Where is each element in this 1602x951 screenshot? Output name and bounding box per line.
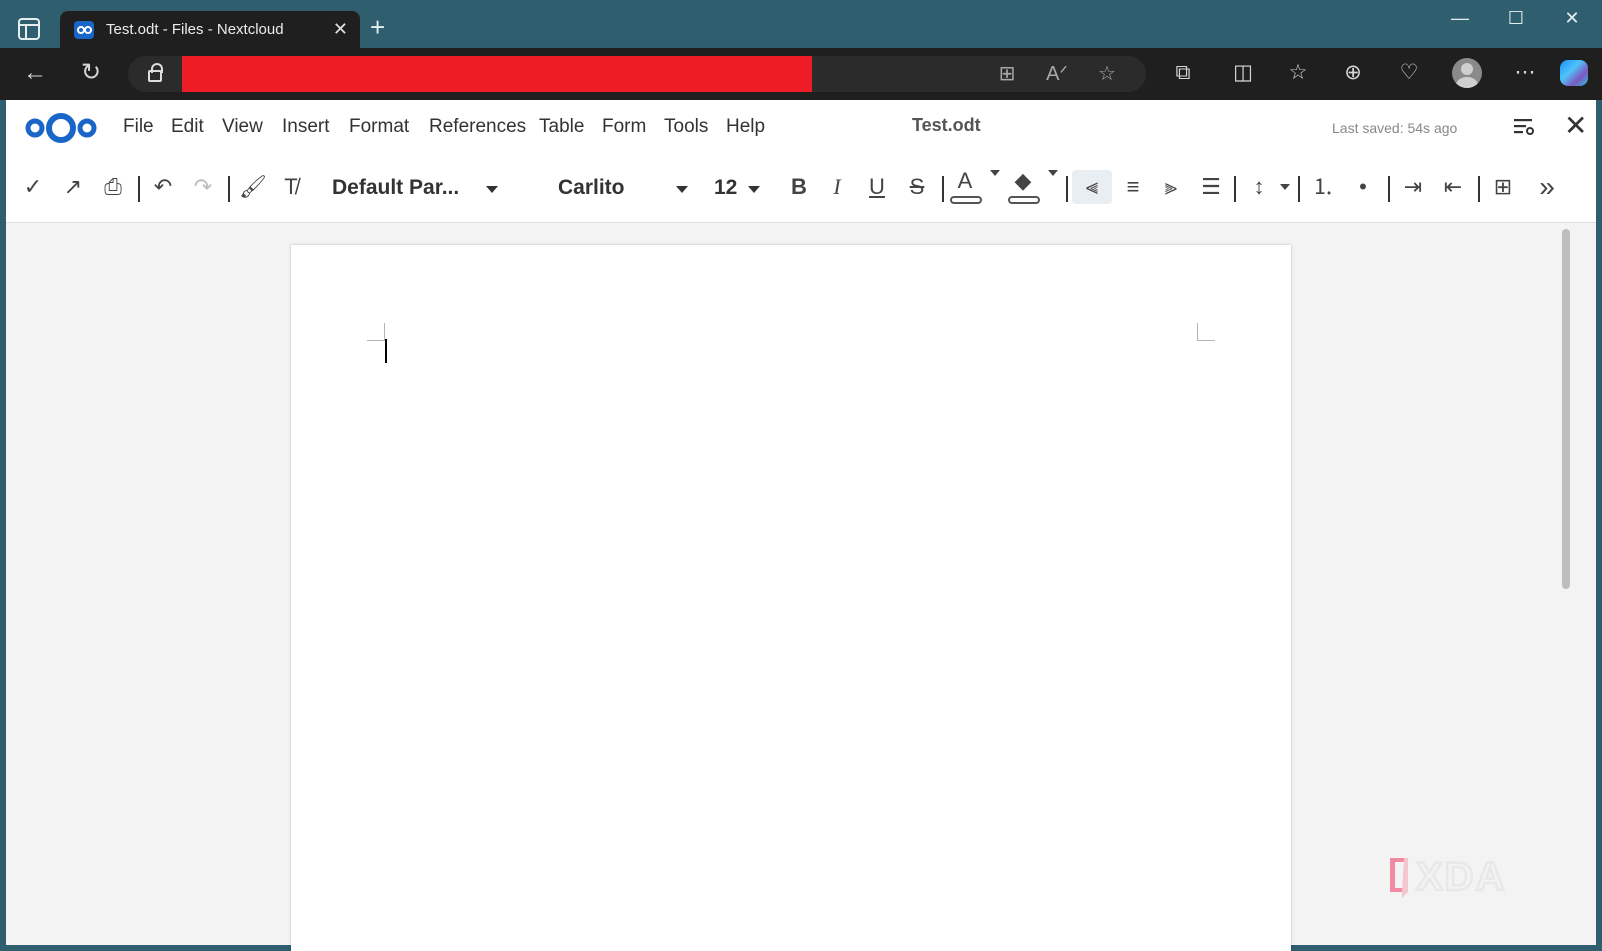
font-color-icon[interactable]: A [948, 164, 982, 198]
toolbar-separator [1388, 176, 1390, 202]
nextcloud-office-app: File Edit View Insert Format References … [6, 100, 1596, 951]
save-icon[interactable]: ✓ [16, 170, 50, 204]
lock-icon[interactable] [148, 63, 163, 82]
app-available-icon[interactable]: ⊞ [992, 61, 1022, 86]
highlight-color-swatch [1008, 196, 1040, 204]
menu-tools[interactable]: Tools [664, 116, 708, 138]
highlight-color-icon[interactable]: ◆ [1006, 164, 1040, 198]
address-bar[interactable]: ⊞ Aᐟ ☆ [128, 56, 1146, 92]
paragraph-style-select[interactable]: Default Par... [322, 170, 508, 206]
copilot-icon[interactable] [1560, 60, 1588, 86]
align-left-icon[interactable]: ⫷ [1072, 170, 1112, 204]
xda-watermark-icon: XDA [1390, 854, 1506, 898]
menu-edit[interactable]: Edit [171, 116, 204, 138]
highlight-dropdown-icon[interactable] [1048, 170, 1058, 176]
menu-insert[interactable]: Insert [282, 116, 330, 138]
chevron-down-icon [748, 186, 760, 193]
margin-corner-top-right [1197, 323, 1215, 341]
underline-icon[interactable]: U [860, 170, 894, 204]
close-editor-button[interactable]: ✕ [1564, 112, 1587, 140]
undo-icon[interactable]: ↶ [146, 170, 180, 204]
toolbar-separator [138, 176, 140, 202]
tab-actions-icon[interactable] [18, 18, 40, 40]
menu-file[interactable]: File [123, 116, 154, 138]
font-name-select[interactable]: Carlito [548, 170, 698, 206]
align-right-icon[interactable]: ⫸ [1154, 170, 1188, 204]
more-tools-icon[interactable]: » [1530, 170, 1564, 204]
menu-references[interactable]: References [429, 116, 526, 138]
font-name-value: Carlito [558, 176, 625, 199]
toolbar-separator [1298, 176, 1300, 202]
chevron-down-icon [676, 186, 688, 193]
toolbar-separator [1234, 176, 1236, 202]
menu-format[interactable]: Format [349, 116, 409, 138]
document-page[interactable] [291, 245, 1291, 951]
strikethrough-icon[interactable]: S [900, 170, 934, 204]
maximize-icon[interactable]: ☐ [1496, 8, 1536, 29]
justify-icon[interactable]: ☰ [1194, 170, 1228, 204]
browser-titlebar: Test.odt - Files - Nextcloud ✕ + — ☐ ✕ [0, 0, 1602, 49]
clear-formatting-icon[interactable]: T̸ [274, 170, 308, 204]
increase-indent-icon[interactable]: ⇥ [1396, 170, 1430, 204]
tab-close-icon[interactable]: ✕ [333, 19, 348, 40]
more-options-icon[interactable]: ⋯ [1508, 58, 1542, 88]
tab-title: Test.odt - Files - Nextcloud [106, 21, 284, 38]
favorites-icon[interactable]: ☆ [1281, 58, 1315, 88]
window-close-icon[interactable]: ✕ [1552, 8, 1592, 29]
reload-icon[interactable]: ↻ [74, 58, 108, 88]
redo-icon[interactable]: ↷ [186, 170, 220, 204]
line-spacing-dropdown-icon[interactable] [1280, 184, 1290, 190]
document-canvas[interactable] [6, 222, 1596, 951]
decrease-indent-icon[interactable]: ⇤ [1436, 170, 1470, 204]
toolbar-separator [228, 176, 230, 202]
toolbar-separator [1066, 176, 1068, 202]
print-icon[interactable]: ⎙ [96, 170, 130, 204]
split-screen-icon[interactable]: ◫ [1226, 58, 1260, 88]
toolbar-separator [942, 176, 944, 202]
last-saved-status: Last saved: 54s ago [1332, 120, 1458, 136]
line-spacing-icon[interactable]: ↕ [1242, 170, 1276, 204]
minimize-icon[interactable]: — [1440, 8, 1480, 29]
menu-table[interactable]: Table [539, 116, 584, 138]
text-cursor [385, 339, 387, 363]
new-tab-button[interactable]: + [370, 14, 385, 40]
extensions-icon[interactable]: ⧉ [1166, 58, 1200, 88]
menu-form[interactable]: Form [602, 116, 646, 138]
menu-view[interactable]: View [222, 116, 263, 138]
export-icon[interactable]: ↗ [56, 170, 90, 204]
browser-essentials-icon[interactable]: ♡ [1392, 58, 1426, 88]
font-size-select[interactable]: 12 [704, 170, 770, 206]
margin-corner-top-left [367, 323, 385, 341]
numbered-list-icon[interactable]: ⒈ [1306, 170, 1340, 204]
back-icon[interactable]: ← [18, 58, 52, 88]
menu-help[interactable]: Help [726, 116, 765, 138]
formatting-toolbar: ✓ ↗ ⎙ ↶ ↷ 🖌 T̸ Default Par... Carlito 12… [6, 156, 1596, 222]
italic-icon[interactable]: I [820, 170, 854, 204]
vertical-scrollbar[interactable] [1562, 229, 1570, 589]
nextcloud-favicon-icon [74, 21, 94, 39]
insert-table-icon[interactable]: ⊞ [1486, 170, 1520, 204]
font-color-dropdown-icon[interactable] [990, 170, 1000, 176]
font-color-swatch [950, 196, 982, 204]
document-title[interactable]: Test.odt [912, 115, 981, 136]
sidebar-toggle-icon[interactable] [1512, 116, 1536, 138]
svg-text:XDA: XDA [1416, 855, 1506, 898]
paragraph-style-value: Default Par... [332, 176, 460, 199]
profile-avatar[interactable] [1452, 58, 1482, 88]
read-aloud-icon[interactable]: Aᐟ [1042, 61, 1072, 86]
chevron-down-icon [486, 186, 498, 193]
align-center-icon[interactable]: ≡ [1116, 170, 1150, 204]
font-size-value: 12 [714, 176, 738, 199]
toolbar-separator [1478, 176, 1480, 202]
bullet-list-icon[interactable]: • [1346, 170, 1380, 204]
bold-icon[interactable]: B [782, 170, 816, 204]
favorite-star-icon[interactable]: ☆ [1092, 61, 1122, 86]
collections-icon[interactable]: ⊕ [1336, 58, 1370, 88]
app-header: File Edit View Insert Format References … [6, 100, 1596, 156]
browser-tab-active[interactable]: Test.odt - Files - Nextcloud ✕ [60, 11, 360, 49]
nextcloud-logo-icon[interactable] [22, 110, 100, 146]
url-redaction [182, 56, 812, 92]
clone-formatting-icon[interactable]: 🖌 [236, 170, 270, 204]
browser-toolbar: ← ↻ ⊞ Aᐟ ☆ ⧉ ◫ ☆ ⊕ ♡ ⋯ [0, 48, 1602, 100]
